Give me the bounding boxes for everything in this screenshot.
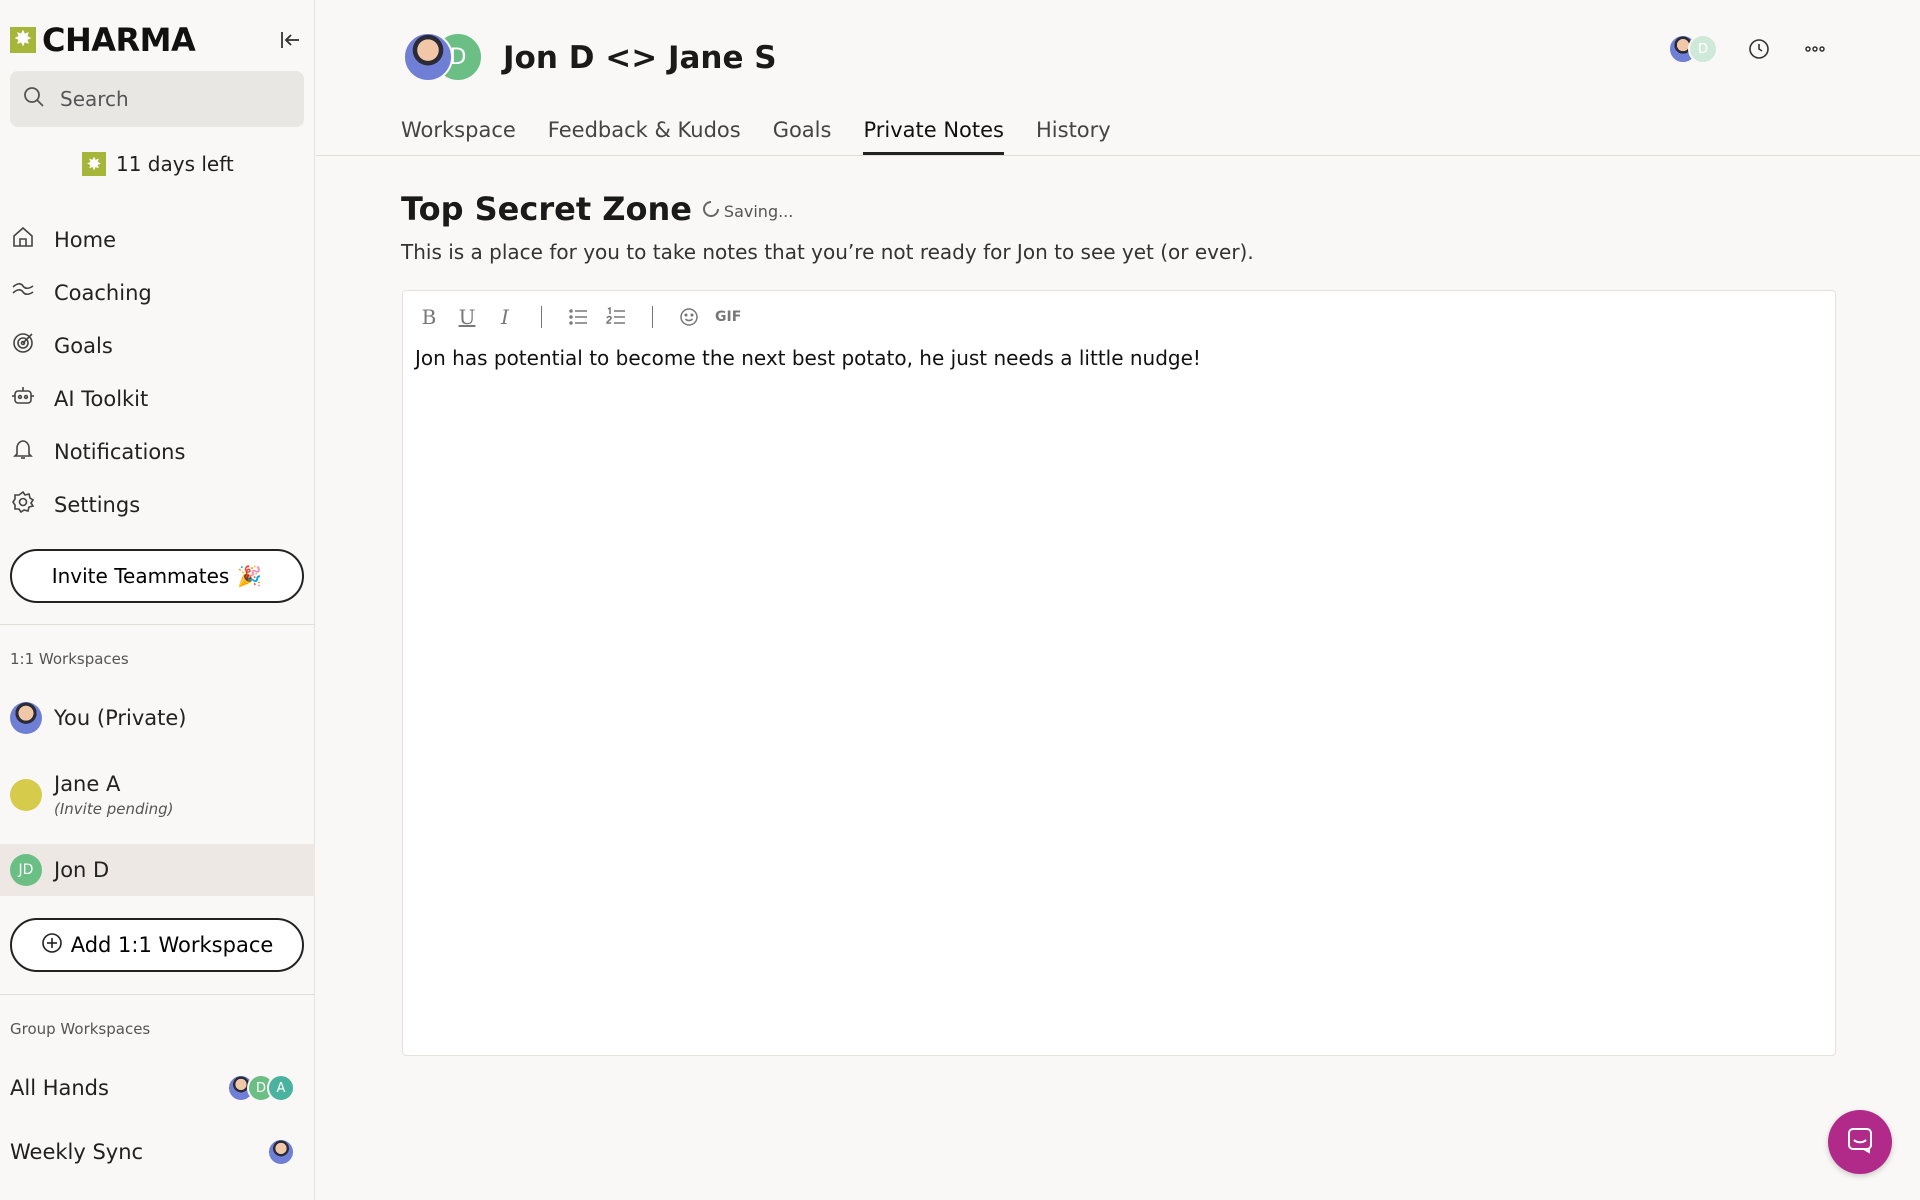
avatar bbox=[267, 1138, 295, 1166]
avatar: D bbox=[1688, 34, 1718, 64]
gear-icon bbox=[10, 489, 36, 520]
underline-button[interactable]: U bbox=[455, 305, 479, 329]
collapse-sidebar-icon[interactable] bbox=[275, 25, 305, 55]
brand-name: CHARMA bbox=[42, 21, 196, 59]
tab-workspace[interactable]: Workspace bbox=[401, 118, 516, 155]
nav-item-home[interactable]: Home bbox=[10, 213, 305, 266]
page-title: Jon D <> Jane S bbox=[503, 40, 777, 76]
toolbar-separator bbox=[541, 306, 542, 328]
avatar: JD bbox=[10, 854, 42, 886]
avatar bbox=[10, 702, 42, 734]
numbered-list-icon[interactable] bbox=[604, 305, 628, 329]
robot-icon bbox=[10, 383, 36, 414]
workspace-name: Jon D bbox=[54, 858, 110, 882]
notes-content[interactable]: Jon has potential to become the next bes… bbox=[415, 346, 1201, 370]
avatar bbox=[403, 32, 453, 82]
nav-item-notifications[interactable]: Notifications bbox=[10, 425, 305, 478]
workspace-header: D Jon D <> Jane S bbox=[403, 32, 777, 84]
editor-toolbar: B U I GIF bbox=[417, 305, 742, 329]
notes-title-row: Top Secret Zone Saving... bbox=[401, 190, 793, 228]
invite-pending-note: (Invite pending) bbox=[54, 800, 174, 818]
charma-logo[interactable]: ✸ CHARMA bbox=[10, 21, 196, 59]
saving-text: Saving... bbox=[723, 201, 794, 221]
trial-status[interactable]: ✸ 11 days left bbox=[82, 152, 234, 176]
main-nav: Home Coaching Goals AI Toolkit Notificat… bbox=[10, 213, 305, 531]
avatar: A bbox=[267, 1074, 295, 1102]
chat-icon bbox=[1844, 1124, 1876, 1160]
search-box[interactable] bbox=[10, 71, 304, 127]
bell-icon bbox=[10, 436, 36, 467]
group-name: All Hands bbox=[10, 1076, 109, 1100]
workspace-name: You (Private) bbox=[54, 706, 187, 730]
notes-editor[interactable]: B U I GIF Jon has potential to become th… bbox=[402, 290, 1836, 1056]
group-name: Weekly Sync bbox=[10, 1140, 144, 1164]
nav-label: Home bbox=[54, 227, 117, 252]
coaching-icon bbox=[10, 277, 36, 308]
group-section-label: Group Workspaces bbox=[10, 1020, 151, 1038]
participants-avatars[interactable]: D bbox=[1668, 34, 1718, 64]
tab-goals[interactable]: Goals bbox=[773, 118, 832, 155]
nav-item-settings[interactable]: Settings bbox=[10, 478, 305, 531]
nav-label: Notifications bbox=[54, 439, 186, 464]
chat-support-button[interactable] bbox=[1828, 1110, 1892, 1174]
nav-item-goals[interactable]: Goals bbox=[10, 319, 305, 372]
search-icon bbox=[22, 85, 46, 113]
nav-item-ai-toolkit[interactable]: AI Toolkit bbox=[10, 372, 305, 425]
sidebar-header: ✸ CHARMA bbox=[10, 20, 305, 60]
trial-days-left: 11 days left bbox=[116, 152, 234, 176]
one-on-one-section-label: 1:1 Workspaces bbox=[10, 650, 129, 668]
charma-badge-icon: ✸ bbox=[82, 152, 106, 176]
charma-logo-icon: ✸ bbox=[10, 27, 36, 53]
group-avatars: D A bbox=[227, 1074, 295, 1102]
nav-item-coaching[interactable]: Coaching bbox=[10, 266, 305, 319]
add-workspace-label: Add 1:1 Workspace bbox=[70, 933, 274, 957]
home-icon bbox=[10, 224, 36, 255]
workspace-name: Jane A bbox=[54, 772, 121, 796]
nav-label: Goals bbox=[54, 333, 113, 358]
emoji-icon[interactable] bbox=[677, 305, 701, 329]
avatar bbox=[10, 779, 42, 811]
spinner-icon bbox=[702, 200, 720, 222]
history-clock-icon[interactable] bbox=[1744, 34, 1774, 64]
add-workspace-button[interactable]: Add 1:1 Workspace bbox=[10, 918, 304, 972]
divider bbox=[0, 624, 315, 625]
more-options-icon[interactable] bbox=[1800, 34, 1830, 64]
group-item-all-hands[interactable]: All Hands D A bbox=[10, 1070, 295, 1106]
italic-button[interactable]: I bbox=[493, 305, 517, 329]
header-avatars: D bbox=[403, 32, 485, 84]
notes-title: Top Secret Zone bbox=[401, 190, 692, 228]
tab-private-notes[interactable]: Private Notes bbox=[863, 118, 1004, 155]
bullet-list-icon[interactable] bbox=[566, 305, 590, 329]
bold-button[interactable]: B bbox=[417, 305, 441, 329]
search-input[interactable] bbox=[60, 87, 280, 111]
group-item-weekly-sync[interactable]: Weekly Sync bbox=[10, 1134, 295, 1170]
main-content: D Jon D <> Jane S D Workspace Feedback &… bbox=[316, 0, 1920, 1200]
tabs-divider bbox=[316, 155, 1920, 156]
notes-description: This is a place for you to take notes th… bbox=[401, 240, 1254, 264]
group-avatars bbox=[267, 1138, 295, 1166]
sidebar: ✸ CHARMA ✸ 11 days left Home Coaching Go… bbox=[0, 0, 315, 1200]
workspace-item-jon-d[interactable]: JD Jon D bbox=[0, 844, 315, 896]
target-icon bbox=[10, 330, 36, 361]
tab-history[interactable]: History bbox=[1036, 118, 1111, 155]
nav-label: Settings bbox=[54, 492, 141, 517]
workspace-item-you-private[interactable]: You (Private) bbox=[0, 696, 315, 740]
divider bbox=[0, 994, 315, 995]
party-popper-icon: 🎉 bbox=[237, 564, 263, 588]
header-actions: D bbox=[1668, 34, 1830, 64]
saving-status: Saving... bbox=[702, 200, 793, 222]
nav-label: AI Toolkit bbox=[54, 386, 149, 411]
nav-label: Coaching bbox=[54, 280, 152, 305]
invite-teammates-button[interactable]: Invite Teammates 🎉 bbox=[10, 549, 304, 603]
workspace-text: Jane A (Invite pending) bbox=[54, 772, 174, 818]
invite-label: Invite Teammates bbox=[51, 564, 230, 588]
tab-feedback-kudos[interactable]: Feedback & Kudos bbox=[548, 118, 741, 155]
gif-button[interactable]: GIF bbox=[715, 309, 741, 325]
plus-circle-icon bbox=[41, 932, 63, 959]
toolbar-separator bbox=[652, 306, 653, 328]
workspace-item-jane-a[interactable]: Jane A (Invite pending) bbox=[0, 762, 315, 828]
workspace-tabs: Workspace Feedback & Kudos Goals Private… bbox=[401, 118, 1111, 155]
